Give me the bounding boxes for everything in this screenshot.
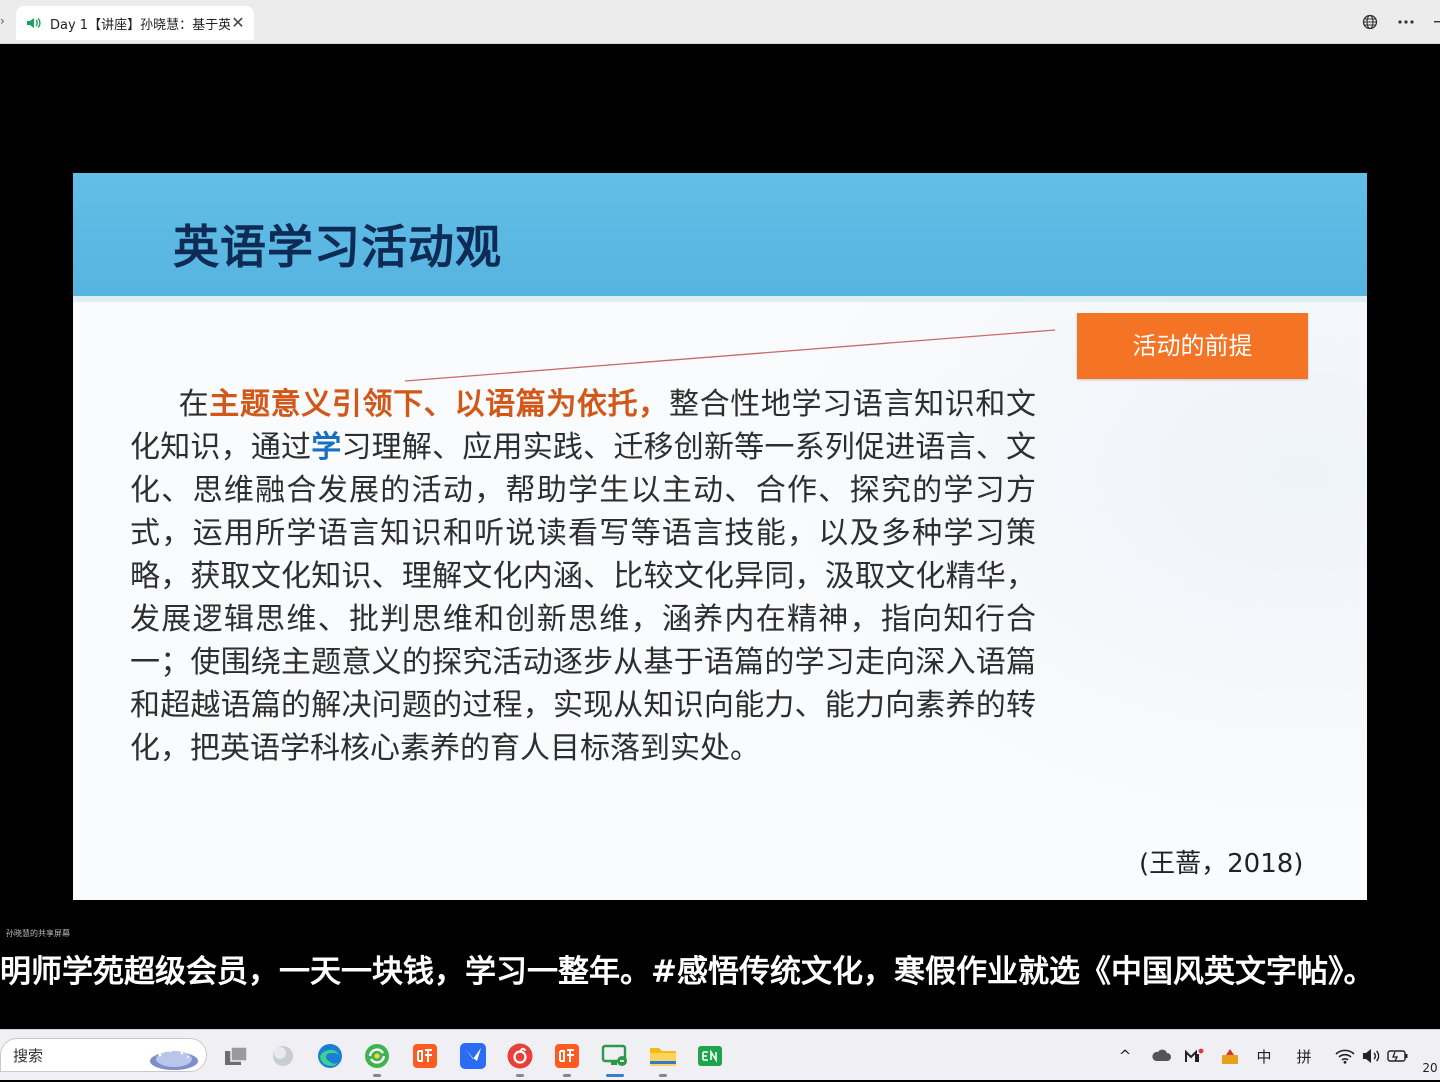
globe-icon[interactable] — [1358, 10, 1382, 34]
browser-tab-strip: › Day 1【讲座】孙晓慧：基于英 ✕ — [0, 0, 1440, 44]
running-indicator — [373, 1074, 381, 1077]
tab-title: Day 1【讲座】孙晓慧：基于英 — [50, 17, 230, 33]
tray-overflow-chevron[interactable]: ^ — [1117, 1042, 1133, 1070]
scrolling-banner: 明师学苑超级会员，一天一块钱，学习一整年。#感悟传统文化，寒假作业就选《中国风英… — [0, 954, 1375, 990]
body-lead: 在 — [178, 387, 210, 422]
taskbar-search[interactable] — [0, 1038, 207, 1072]
search-highlight-icon — [148, 1041, 200, 1075]
windows-taskbar: ^ 中 拼 20 — [0, 1029, 1440, 1080]
browser-360-icon[interactable] — [362, 1041, 392, 1077]
tab-overflow-fragment: › — [0, 14, 5, 28]
volume-icon[interactable] — [1360, 1042, 1382, 1070]
premise-callout: 活动的前提 — [1077, 313, 1308, 379]
close-icon[interactable]: ✕ — [230, 15, 246, 31]
edge-browser-icon[interactable] — [315, 1041, 345, 1071]
feishu-icon[interactable] — [458, 1041, 488, 1071]
screen-share-label: 孙晓慧的共享屏幕 — [6, 929, 70, 938]
chart-app-tray-icon[interactable] — [1183, 1042, 1205, 1070]
ting-app-icon[interactable] — [410, 1041, 440, 1071]
citation: (王蔷，2018) — [1139, 849, 1304, 879]
running-indicator — [659, 1074, 667, 1077]
ime-pinyin-indicator[interactable]: 拼 — [1293, 1042, 1315, 1070]
running-indicator — [563, 1074, 571, 1077]
running-indicator — [516, 1074, 524, 1077]
body-text-b: 习理解、应用实践、迁移创新等一系列促进语言、文化、思维融合发展的活动，帮助学生以… — [130, 430, 1037, 766]
netease-music-icon[interactable] — [505, 1041, 535, 1077]
file-explorer-icon[interactable] — [648, 1041, 678, 1077]
body-highlight: 主题意义引领下、以语篇为依托， — [209, 387, 669, 422]
minimize-icon[interactable] — [1428, 10, 1440, 34]
body-highlight-blue: 学 — [311, 430, 342, 465]
browser-tab[interactable]: Day 1【讲座】孙晓慧：基于英 ✕ — [16, 6, 254, 40]
search-input[interactable] — [11, 1046, 145, 1066]
ime-chinese-indicator[interactable]: 中 — [1253, 1042, 1275, 1070]
en-app-icon[interactable] — [695, 1041, 725, 1071]
meeting-app-icon[interactable] — [600, 1041, 630, 1077]
clock-fragment[interactable]: 20 — [1420, 1054, 1440, 1082]
slide-body-text: 在主题意义引领下、以语篇为依托，整合性地学习语言知识和文化知识，通过学习理解、应… — [130, 383, 1036, 770]
task-view-icon[interactable] — [221, 1041, 251, 1071]
speaker-icon[interactable] — [26, 15, 44, 31]
input-tool-icon[interactable] — [1219, 1042, 1241, 1070]
ting-app-2-icon[interactable] — [552, 1041, 582, 1077]
presentation-slide: 英语学习活动观 活动的前提 在主题意义引领下、以语篇为依托，整合性地学习语言知识… — [73, 173, 1367, 900]
wifi-icon[interactable] — [1334, 1042, 1356, 1070]
cortana-icon[interactable] — [268, 1041, 298, 1071]
running-indicator — [606, 1074, 624, 1077]
cloud-sync-icon[interactable] — [1150, 1042, 1172, 1070]
more-options-icon[interactable] — [1394, 10, 1418, 34]
battery-icon[interactable] — [1386, 1042, 1410, 1070]
